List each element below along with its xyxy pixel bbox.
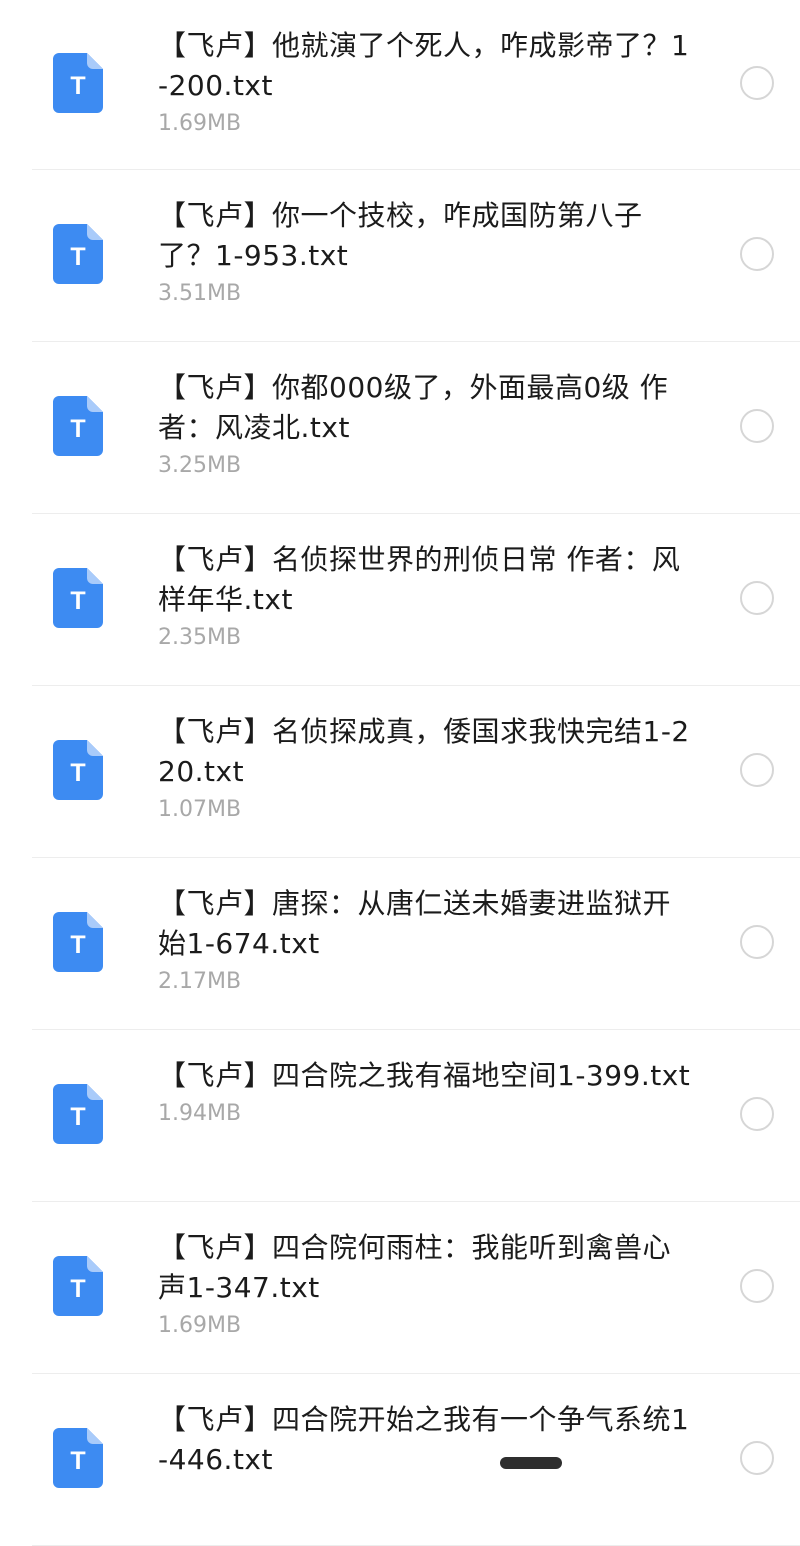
- file-row[interactable]: T 【飞卢】唐探：从唐仁送未婚妻进监狱开始1-674.txt 2.17MB: [32, 858, 800, 1030]
- file-name: 【飞卢】名侦探世界的刑侦日常 作者：风样年华.txt: [158, 543, 681, 616]
- txt-file-icon: T: [53, 911, 103, 972]
- file-info: 【飞卢】四合院开始之我有一个争气系统1-446.txt: [158, 1400, 698, 1483]
- file-size: 3.51MB: [158, 281, 242, 306]
- txt-file-icon: T: [53, 223, 103, 284]
- file-row[interactable]: T 【飞卢】四合院开始之我有一个争气系统1-446.txt: [32, 1374, 800, 1546]
- file-info: 【飞卢】唐探：从唐仁送未婚妻进监狱开始1-674.txt 2.17MB: [158, 884, 698, 997]
- file-info: 【飞卢】四合院之我有福地空间1-399.txt 1.94MB: [158, 1056, 698, 1129]
- file-name: 【飞卢】唐探：从唐仁送未婚妻进监狱开始1-674.txt: [158, 887, 672, 960]
- select-radio[interactable]: [740, 580, 774, 615]
- file-size: 2.35MB: [158, 625, 242, 650]
- select-radio[interactable]: [740, 924, 774, 959]
- svg-text:T: T: [70, 243, 85, 271]
- svg-text:T: T: [70, 415, 85, 443]
- txt-file-icon: T: [53, 395, 103, 456]
- select-radio[interactable]: [740, 1440, 774, 1475]
- select-radio[interactable]: [740, 1268, 774, 1303]
- home-indicator: [500, 1457, 562, 1469]
- file-row[interactable]: T 【飞卢】名侦探成真，倭国求我快完结1-220.txt 1.07MB: [32, 686, 800, 858]
- svg-text:T: T: [70, 931, 85, 959]
- file-size: 1.69MB: [158, 111, 242, 136]
- txt-file-icon: T: [53, 52, 103, 113]
- file-size: 3.25MB: [158, 453, 242, 478]
- file-size: 1.69MB: [158, 1313, 242, 1338]
- txt-file-icon: T: [53, 739, 103, 800]
- select-radio[interactable]: [740, 236, 774, 271]
- txt-file-icon: T: [53, 1083, 103, 1144]
- select-radio[interactable]: [740, 752, 774, 787]
- svg-text:T: T: [70, 72, 85, 100]
- file-name: 【飞卢】你都000级了，外面最高0级 作者：风凌北.txt: [158, 371, 669, 444]
- txt-file-icon: T: [53, 1427, 103, 1488]
- file-row[interactable]: T 【飞卢】四合院何雨柱：我能听到禽兽心声1-347.txt 1.69MB: [32, 1202, 800, 1374]
- file-info: 【飞卢】名侦探世界的刑侦日常 作者：风样年华.txt 2.35MB: [158, 540, 698, 653]
- file-name: 【飞卢】名侦探成真，倭国求我快完结1-220.txt: [158, 715, 690, 788]
- file-name: 【飞卢】四合院之我有福地空间1-399.txt: [158, 1059, 691, 1092]
- select-radio[interactable]: [740, 408, 774, 443]
- file-list: T 【飞卢】他就演了个死人，咋成影帝了？1-200.txt 1.69MB T 【…: [0, 0, 800, 1546]
- txt-file-icon: T: [53, 567, 103, 628]
- file-info: 【飞卢】你一个技校，咋成国防第八子了？1-953.txt 3.51MB: [158, 196, 698, 309]
- txt-file-icon: T: [53, 1255, 103, 1316]
- svg-text:T: T: [70, 759, 85, 787]
- file-info: 【飞卢】他就演了个死人，咋成影帝了？1-200.txt 1.69MB: [158, 26, 698, 139]
- svg-text:T: T: [70, 1103, 85, 1131]
- file-size: 1.94MB: [158, 1101, 242, 1126]
- file-size: 1.07MB: [158, 797, 242, 822]
- file-row[interactable]: T 【飞卢】他就演了个死人，咋成影帝了？1-200.txt 1.69MB: [32, 0, 800, 170]
- file-info: 【飞卢】四合院何雨柱：我能听到禽兽心声1-347.txt 1.69MB: [158, 1228, 698, 1341]
- svg-text:T: T: [70, 1447, 85, 1475]
- file-row[interactable]: T 【飞卢】名侦探世界的刑侦日常 作者：风样年华.txt 2.35MB: [32, 514, 800, 686]
- select-radio[interactable]: [740, 65, 774, 100]
- file-name: 【飞卢】四合院何雨柱：我能听到禽兽心声1-347.txt: [158, 1231, 672, 1304]
- file-name: 【飞卢】他就演了个死人，咋成影帝了？1-200.txt: [158, 29, 690, 102]
- file-info: 【飞卢】你都000级了，外面最高0级 作者：风凌北.txt 3.25MB: [158, 368, 698, 481]
- file-size: 2.17MB: [158, 969, 242, 994]
- file-name: 【飞卢】你一个技校，咋成国防第八子了？1-953.txt: [158, 199, 643, 272]
- file-row[interactable]: T 【飞卢】四合院之我有福地空间1-399.txt 1.94MB: [32, 1030, 800, 1202]
- svg-text:T: T: [70, 587, 85, 615]
- file-name: 【飞卢】四合院开始之我有一个争气系统1-446.txt: [158, 1403, 690, 1476]
- select-radio[interactable]: [740, 1096, 774, 1131]
- file-info: 【飞卢】名侦探成真，倭国求我快完结1-220.txt 1.07MB: [158, 712, 698, 825]
- file-row[interactable]: T 【飞卢】你一个技校，咋成国防第八子了？1-953.txt 3.51MB: [32, 170, 800, 342]
- file-row[interactable]: T 【飞卢】你都000级了，外面最高0级 作者：风凌北.txt 3.25MB: [32, 342, 800, 514]
- svg-text:T: T: [70, 1275, 85, 1303]
